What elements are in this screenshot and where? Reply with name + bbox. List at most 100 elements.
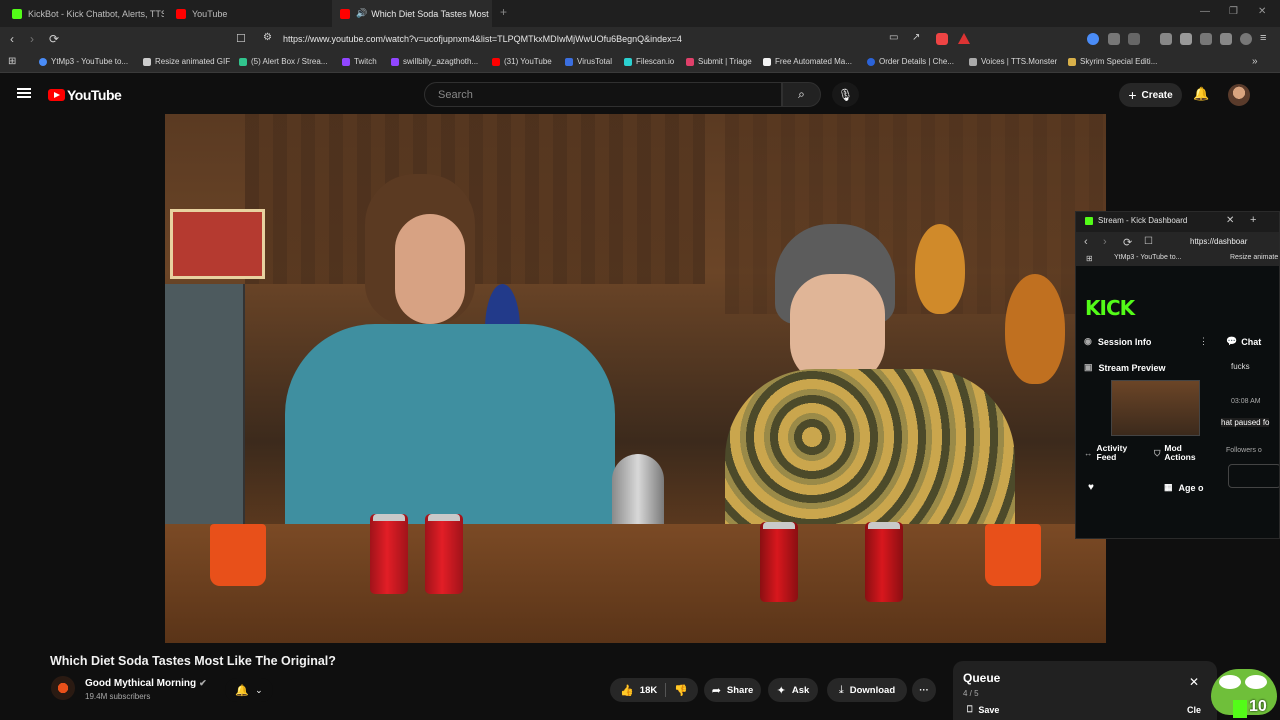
more-icon: ···: [919, 684, 929, 696]
subscription-notifications-button[interactable]: 🔔 ⌄: [225, 678, 273, 702]
channel-name-link[interactable]: Good Mythical Morning ✔: [85, 678, 207, 689]
dislike-icon[interactable]: 👎: [674, 684, 688, 697]
extension-box-icon[interactable]: [1128, 33, 1140, 45]
bookmark-label: VirusTotal: [577, 57, 612, 66]
reload-icon[interactable]: ⟳: [1123, 236, 1132, 249]
guide-menu-icon[interactable]: [17, 88, 31, 98]
activity-feed-tab[interactable]: ↔ Activity Feed: [1084, 444, 1137, 462]
forward-icon[interactable]: ›: [1103, 236, 1107, 248]
cast-icon[interactable]: ▭: [889, 32, 898, 43]
youtube-play-logo-icon: [48, 89, 65, 101]
create-button[interactable]: + Create: [1119, 83, 1182, 107]
bookmark-label: Filescan.io: [636, 57, 675, 66]
kick-url-field[interactable]: https://dashboar: [1190, 237, 1247, 246]
new-tab-icon[interactable]: +: [1250, 214, 1256, 226]
youtube-logo[interactable]: YouTube: [48, 87, 122, 103]
extension-puzzle-icon[interactable]: [1108, 33, 1120, 45]
queue-clear-button[interactable]: Cle: [1187, 705, 1201, 715]
download-button[interactable]: ⤓ Download: [827, 678, 907, 702]
bookmark-item[interactable]: YtMp3 - YouTube to...: [39, 57, 128, 66]
brave-shield-icon[interactable]: [936, 33, 948, 45]
channel-avatar[interactable]: [51, 676, 75, 700]
rewards-icon[interactable]: [958, 33, 970, 44]
kick-tab[interactable]: Stream - Kick Dashboard: [1085, 216, 1187, 225]
bookmark-item[interactable]: Filescan.io: [624, 57, 674, 66]
share-page-icon[interactable]: ↗: [912, 32, 920, 43]
bookmark-item[interactable]: Submit | Triage: [686, 57, 752, 66]
close-tab-icon[interactable]: ✕: [489, 7, 492, 20]
audio-playing-icon: 🔊: [356, 8, 368, 18]
extension-icon[interactable]: [1160, 33, 1172, 45]
like-icon[interactable]: 👍: [620, 684, 634, 697]
chat-header[interactable]: 💬 Chat: [1226, 336, 1261, 347]
kick-logo[interactable]: KICK: [1085, 296, 1135, 320]
forward-icon[interactable]: ›: [30, 32, 34, 46]
heart-icon[interactable]: ♥: [1088, 482, 1094, 493]
ask-button[interactable]: ✦ Ask: [768, 678, 818, 702]
apps-grid-icon[interactable]: ⊞: [8, 56, 16, 67]
apps-grid-icon[interactable]: ⊞: [1086, 254, 1093, 263]
more-actions-button[interactable]: ···: [912, 678, 936, 702]
close-window-icon[interactable]: ✕: [1258, 6, 1266, 17]
notifications-bell-icon[interactable]: 🔔: [1193, 86, 1209, 102]
bookmark-favicon-icon: [342, 57, 350, 66]
bookmark-icon[interactable]: ☐: [236, 32, 246, 45]
bookmark-item[interactable]: Resize animated GIF: [143, 57, 230, 66]
bookmark-item[interactable]: Free Automated Ma...: [763, 57, 852, 66]
bookmark-item[interactable]: Skyrim Special Editi...: [1068, 57, 1157, 66]
search-button[interactable]: ⌕: [782, 82, 821, 107]
extension-tv-icon[interactable]: [1087, 33, 1099, 45]
wallet-icon[interactable]: [1200, 33, 1212, 45]
close-tab-icon[interactable]: ✕: [1226, 215, 1234, 226]
bookmark-item[interactable]: Resize animate: [1230, 254, 1278, 261]
bookmark-item[interactable]: swillbilly_azagthoth...: [391, 57, 478, 66]
ai-icon[interactable]: [1220, 33, 1232, 45]
kick-dashboard-window[interactable]: Stream - Kick Dashboard ✕ + ‹ › ⟳ ☐ http…: [1075, 211, 1280, 539]
tab-youtube[interactable]: YouTube: [168, 0, 328, 27]
bookmark-favicon-icon: [624, 57, 632, 66]
menu-icon[interactable]: ≡: [1260, 32, 1266, 44]
bookmark-item[interactable]: YtMp3 - YouTube to...: [1114, 254, 1181, 261]
maximize-icon[interactable]: ❐: [1229, 6, 1238, 17]
tab-title: YouTube: [192, 8, 228, 19]
back-icon[interactable]: ‹: [1084, 236, 1088, 248]
site-info-icon[interactable]: ⚙: [263, 32, 272, 43]
bookmark-item[interactable]: VirusTotal: [565, 57, 612, 66]
mod-actions-tab[interactable]: ⛉ Mod Actions: [1154, 444, 1204, 462]
chat-input[interactable]: [1228, 464, 1279, 488]
minimize-icon[interactable]: —: [1200, 6, 1210, 17]
back-icon[interactable]: ‹: [10, 32, 14, 46]
close-queue-icon[interactable]: ✕: [1189, 675, 1199, 689]
age-setting[interactable]: ▦ Age o: [1164, 482, 1204, 493]
sidebar-icon[interactable]: [1180, 33, 1192, 45]
tab-active-video[interactable]: 🔊 Which Diet Soda Tastes Most ✕: [332, 0, 492, 27]
soda-can: [425, 514, 463, 594]
voice-search-button[interactable]: 🎙: [832, 82, 859, 107]
new-tab-icon[interactable]: +: [500, 5, 507, 19]
share-button[interactable]: ➦ Share: [704, 678, 761, 702]
account-avatar[interactable]: [1228, 84, 1250, 106]
url-field[interactable]: https://www.youtube.com/watch?v=ucofjupn…: [283, 34, 682, 44]
bookmark-label: Free Automated Ma...: [775, 57, 852, 66]
video-player[interactable]: [165, 114, 1106, 643]
bookmark-item[interactable]: Voices | TTS.Monster: [969, 57, 1057, 66]
stream-preview-header[interactable]: ▣ Stream Preview: [1084, 362, 1166, 373]
bookmark-item[interactable]: Twitch: [342, 57, 377, 66]
bookmark-label: Voices | TTS.Monster: [981, 57, 1058, 66]
reload-icon[interactable]: ⟳: [49, 32, 59, 46]
gmm-mug-left: [210, 524, 266, 586]
bookmark-icon[interactable]: ☐: [1144, 236, 1153, 247]
like-count[interactable]: 18K: [640, 685, 657, 696]
queue-save-button[interactable]: ⎕ Save: [967, 704, 999, 715]
more-bookmarks-icon[interactable]: »: [1252, 56, 1258, 67]
vpn-icon[interactable]: [1240, 33, 1252, 45]
tab-kickbot[interactable]: KickBot - Kick Chatbot, Alerts, TTS, O: [4, 0, 164, 27]
bookmark-item[interactable]: Order Details | Che...: [867, 57, 954, 66]
bookmark-item[interactable]: (5) Alert Box / Strea...: [239, 57, 327, 66]
download-label: Download: [849, 684, 896, 696]
stream-preview-label: Stream Preview: [1098, 362, 1166, 373]
search-input[interactable]: [425, 83, 781, 106]
session-info-header[interactable]: ◉ Session Info: [1084, 336, 1151, 347]
more-options-icon[interactable]: ⋮: [1199, 336, 1208, 347]
bookmark-item[interactable]: (31) YouTube: [492, 57, 552, 66]
